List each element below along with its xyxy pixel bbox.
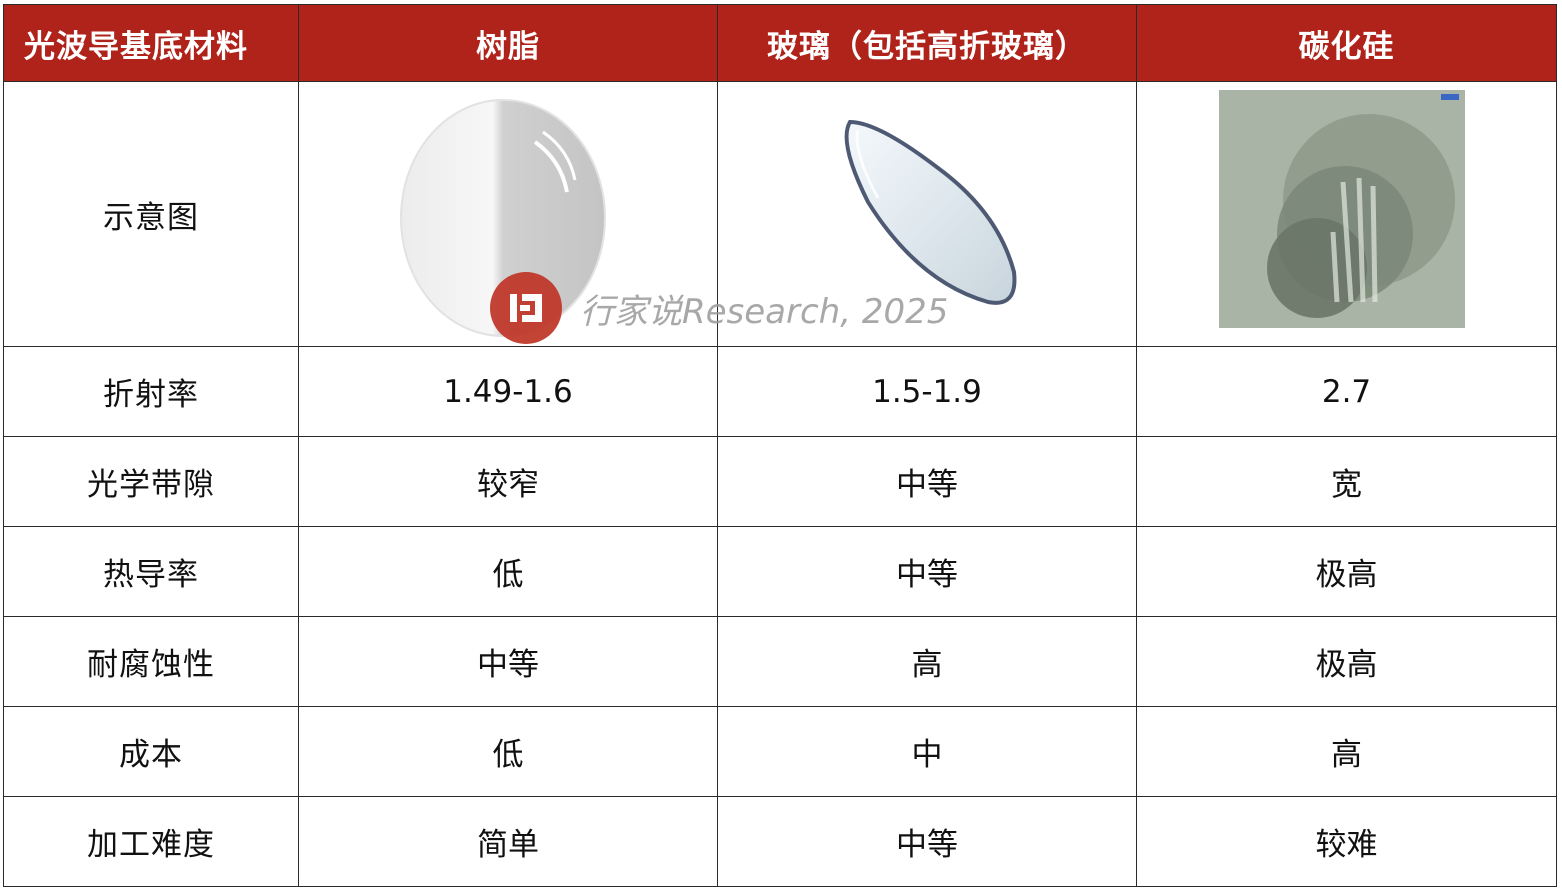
comparison-table-container: 光波导基底材料 树脂 玻璃（包括高折玻璃） 碳化硅 示意图 折射率 1.49-1… <box>3 4 1557 887</box>
cell-glass-optical-bandgap: 中等 <box>717 436 1137 527</box>
header-row: 光波导基底材料 树脂 玻璃（包括高折玻璃） 碳化硅 <box>3 4 1557 82</box>
cell-resin-processing-difficulty: 简单 <box>298 796 718 887</box>
cell-sic-corrosion-resistance: 极高 <box>1136 616 1557 707</box>
header-substrate-material: 光波导基底材料 <box>3 4 299 82</box>
header-glass: 玻璃（包括高折玻璃） <box>717 4 1137 82</box>
row-label-cost: 成本 <box>3 706 299 797</box>
table-row: 光学带隙 较窄 中等 宽 <box>3 436 1557 527</box>
cell-sic-refractive-index: 2.7 <box>1136 346 1557 437</box>
cell-sic-thermal-conductivity: 极高 <box>1136 526 1557 617</box>
cell-sic-optical-bandgap: 宽 <box>1136 436 1557 527</box>
cell-glass-cost: 中 <box>717 706 1137 797</box>
cell-glass-refractive-index: 1.5-1.9 <box>717 346 1137 437</box>
glass-lens-image <box>717 81 1137 347</box>
table-row: 耐腐蚀性 中等 高 极高 <box>3 616 1557 707</box>
cell-resin-optical-bandgap: 较窄 <box>298 436 718 527</box>
silicon-carbide-wafer-icon <box>1219 90 1465 328</box>
resin-lens-image <box>298 81 718 347</box>
waveguide-substrate-comparison-table: 光波导基底材料 树脂 玻璃（包括高折玻璃） 碳化硅 示意图 折射率 1.49-1… <box>3 4 1557 887</box>
row-label-refractive-index: 折射率 <box>3 346 299 437</box>
cell-resin-thermal-conductivity: 低 <box>298 526 718 617</box>
table-row: 加工难度 简单 中等 较难 <box>3 796 1557 887</box>
cell-glass-thermal-conductivity: 中等 <box>717 526 1137 617</box>
table-row: 热导率 低 中等 极高 <box>3 526 1557 617</box>
cell-glass-processing-difficulty: 中等 <box>717 796 1137 887</box>
cell-glass-corrosion-resistance: 高 <box>717 616 1137 707</box>
cell-resin-corrosion-resistance: 中等 <box>298 616 718 707</box>
cell-resin-refractive-index: 1.49-1.6 <box>298 346 718 437</box>
row-label-illustration: 示意图 <box>3 81 299 347</box>
header-silicon-carbide: 碳化硅 <box>1136 4 1557 82</box>
header-resin: 树脂 <box>298 4 718 82</box>
cell-sic-processing-difficulty: 较难 <box>1136 796 1557 887</box>
table-row: 成本 低 中 高 <box>3 706 1557 797</box>
row-label-thermal-conductivity: 热导率 <box>3 526 299 617</box>
cell-resin-cost: 低 <box>298 706 718 797</box>
resin-lens-icon <box>400 99 606 337</box>
silicon-carbide-wafer-image <box>1136 81 1557 347</box>
row-label-processing-difficulty: 加工难度 <box>3 796 299 887</box>
row-label-corrosion-resistance: 耐腐蚀性 <box>3 616 299 707</box>
cell-sic-cost: 高 <box>1136 706 1557 797</box>
table-row: 折射率 1.49-1.6 1.5-1.9 2.7 <box>3 346 1557 437</box>
row-label-optical-bandgap: 光学带隙 <box>3 436 299 527</box>
glass-lens-icon <box>844 119 1017 305</box>
illustration-row: 示意图 <box>3 81 1557 347</box>
